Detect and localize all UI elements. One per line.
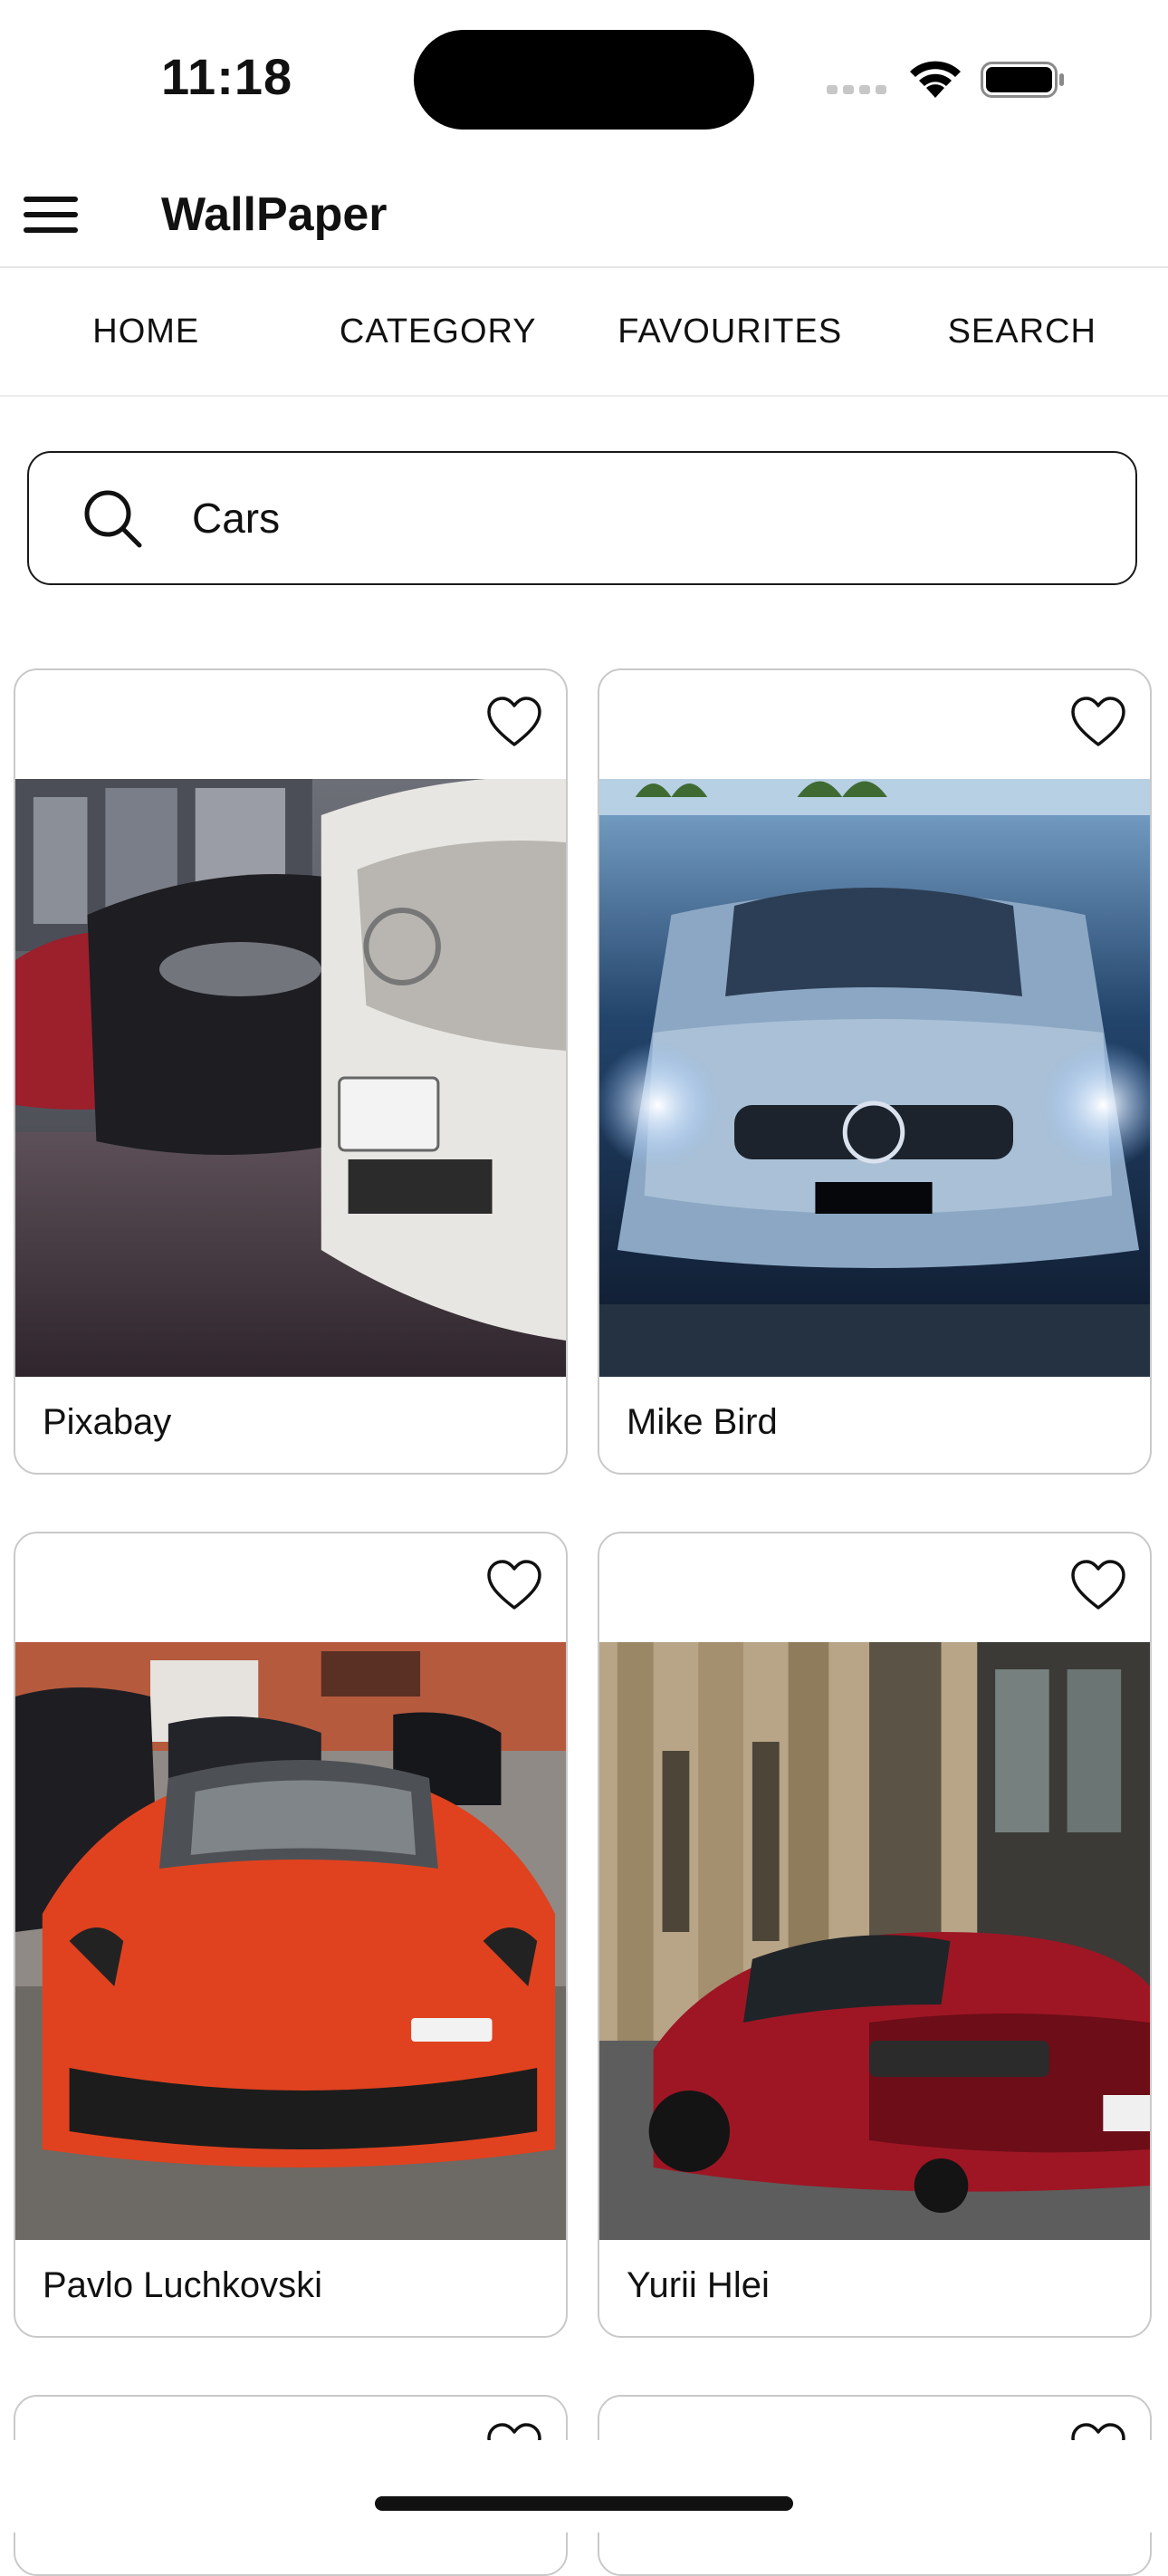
status-time: 11:18 xyxy=(161,47,292,106)
status-bar: 11:18 xyxy=(0,0,1168,163)
search-icon xyxy=(81,487,145,551)
home-indicator[interactable] xyxy=(375,2496,793,2511)
heart-icon[interactable] xyxy=(1070,696,1126,748)
wallpaper-author: Yurii Hlei xyxy=(627,2262,770,2309)
cellular-signal-icon xyxy=(827,83,888,96)
tab-bar: HOME CATEGORY FAVOURITES SEARCH xyxy=(0,268,1168,397)
heart-icon[interactable] xyxy=(486,1559,542,1611)
wallpaper-image[interactable] xyxy=(599,779,1150,1377)
bottom-safe-area xyxy=(0,2440,1168,2533)
wallpaper-card[interactable]: Pavlo Luchkovski xyxy=(14,1532,568,2338)
heart-icon[interactable] xyxy=(486,696,542,748)
wallpaper-card[interactable]: Mike Bird xyxy=(598,668,1152,1475)
wallpaper-card[interactable]: Pixabay xyxy=(14,668,568,1475)
app-title: WallPaper xyxy=(161,183,388,246)
heart-icon[interactable] xyxy=(1070,1559,1126,1611)
tab-search[interactable]: SEARCH xyxy=(876,268,1168,395)
search-query: Cars xyxy=(192,489,280,547)
wallpaper-author: Pixabay xyxy=(43,1399,171,1446)
wallpaper-author: Pavlo Luchkovski xyxy=(43,2262,322,2309)
search-input[interactable]: Cars xyxy=(27,451,1137,585)
hamburger-menu-icon[interactable] xyxy=(22,186,80,244)
wallpaper-author: Mike Bird xyxy=(627,1399,778,1446)
tab-favourites[interactable]: FAVOURITES xyxy=(584,268,876,395)
app-bar: WallPaper xyxy=(0,163,1168,268)
tab-category[interactable]: CATEGORY xyxy=(292,268,585,395)
dynamic-island xyxy=(414,30,754,130)
wallpaper-card[interactable]: Yurii Hlei xyxy=(598,1532,1152,2338)
wallpaper-image[interactable] xyxy=(599,1642,1150,2240)
wallpaper-image[interactable] xyxy=(15,779,566,1377)
battery-icon xyxy=(981,62,1066,98)
tab-home[interactable]: HOME xyxy=(0,268,292,395)
wifi-icon xyxy=(906,58,964,100)
wallpaper-image[interactable] xyxy=(15,1642,566,2240)
